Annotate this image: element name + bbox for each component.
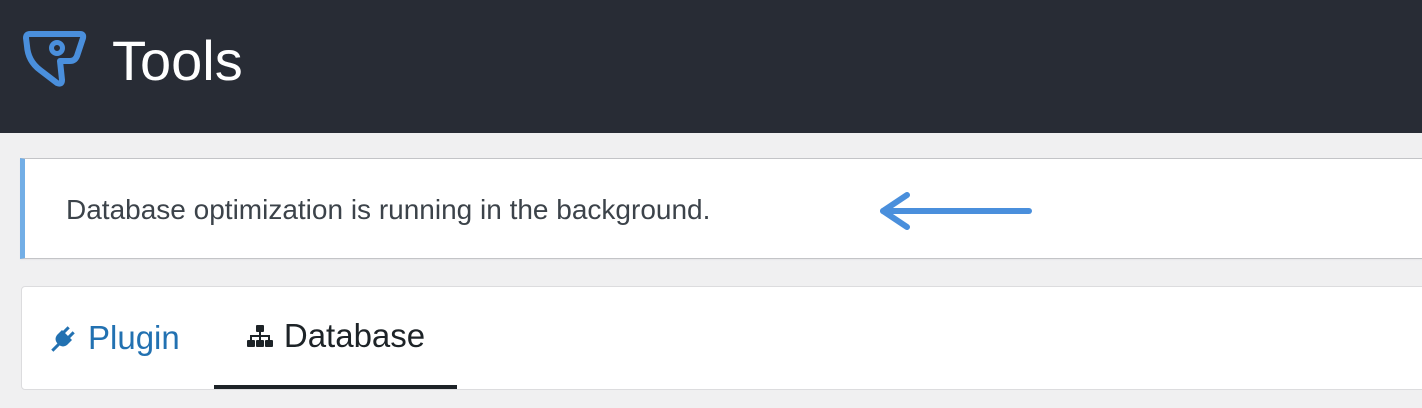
tab-database[interactable]: Database xyxy=(214,287,457,389)
tools-tabs: Plugin Database xyxy=(21,286,1422,390)
sitemap-icon xyxy=(246,325,273,347)
app-header: Tools xyxy=(0,0,1422,133)
shield-chat-logo-icon xyxy=(23,31,87,87)
tab-plugin[interactable]: Plugin xyxy=(50,287,220,389)
notice-message: Database optimization is running in the … xyxy=(66,194,711,225)
arrow-left-icon xyxy=(880,192,1032,230)
plug-icon xyxy=(51,326,75,352)
info-notice: Database optimization is running in the … xyxy=(20,158,1422,259)
tab-plugin-label: Plugin xyxy=(88,319,180,356)
tab-database-label: Database xyxy=(283,317,426,354)
page-title: Tools xyxy=(112,29,243,92)
